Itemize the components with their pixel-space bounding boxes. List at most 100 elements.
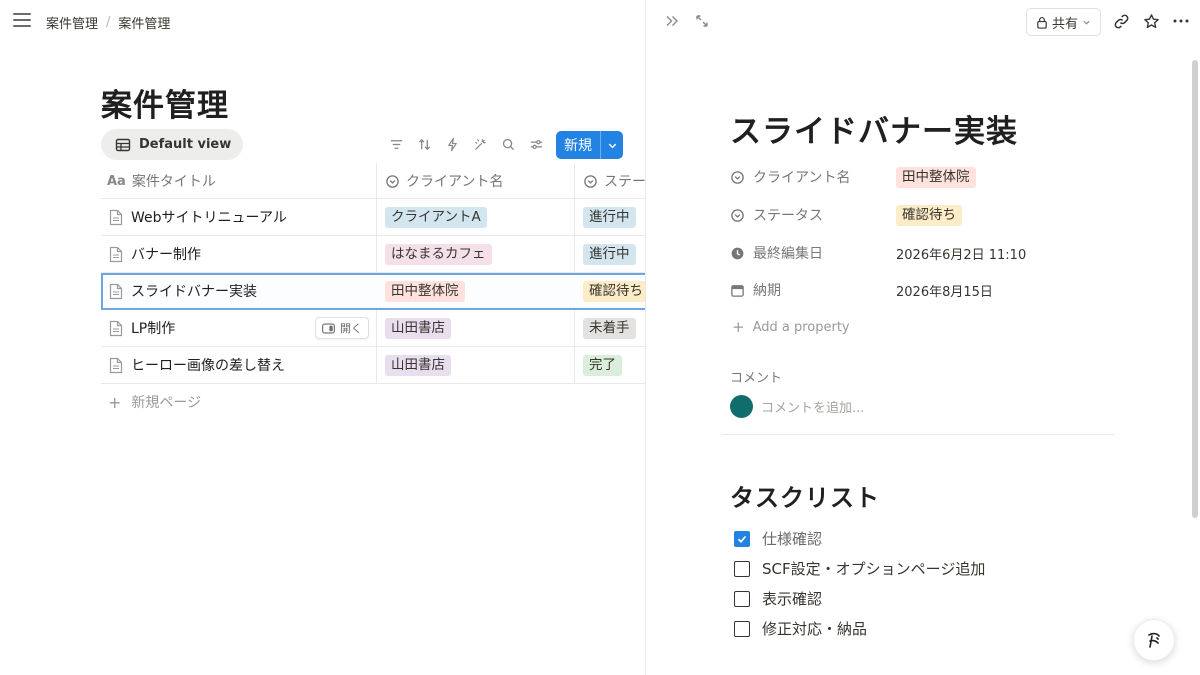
client-cell[interactable]: 山田書店 <box>385 310 451 346</box>
app-window: 案件管理 / 案件管理 案件管理 Default view 新規 Aa 案件タイ… <box>0 0 1200 675</box>
table-row[interactable]: スライドバナー実装 田中整体院 確認待ち <box>101 273 645 310</box>
todo-label[interactable]: 修正対応・納品 <box>762 618 867 639</box>
row-title: LP制作 <box>131 321 176 337</box>
client-cell[interactable]: はなまるカフェ <box>385 236 492 272</box>
title-cell[interactable]: スライドバナー実装 <box>109 273 257 309</box>
table-body: Webサイトリニューアル クライアントA 進行中 バナー制作 はなまるカフェ 進行中 スライ… <box>101 199 645 384</box>
property-client[interactable]: クライアント名 田中整体院 <box>730 163 1150 191</box>
status-cell[interactable]: 進行中 <box>583 199 636 235</box>
todo-item: 修正対応・納品 <box>734 618 867 639</box>
status-tag: 確認待ち <box>583 280 645 302</box>
page-document-icon <box>109 209 123 225</box>
plus-icon: + <box>732 318 745 336</box>
checkmark-icon <box>737 535 747 543</box>
view-toolbar: Default view 新規 <box>101 129 623 161</box>
property-status[interactable]: ステータス 確認待ち <box>730 201 1150 229</box>
new-entry-button: 新規 <box>556 131 623 159</box>
database-table: Aa 案件タイトル クライアント名 ステー Webサイトリニューアル クライアント… <box>101 163 645 384</box>
property-name: クライアント名 <box>753 170 851 186</box>
tasklist-heading[interactable]: タスクリスト <box>730 478 880 513</box>
todo-checkbox[interactable] <box>734 620 750 637</box>
todo-checkbox[interactable] <box>734 590 750 607</box>
todo-label[interactable]: SCF設定・オプションページ追加 <box>762 558 985 579</box>
link-icon[interactable] <box>1112 12 1130 30</box>
page-title[interactable]: スライドバナー実装 <box>730 106 1018 151</box>
database-pane: 案件管理 / 案件管理 案件管理 Default view 新規 Aa 案件タイ… <box>0 0 645 675</box>
last-edited-value: 2026年6月2日 11:10 <box>896 247 1027 263</box>
todo-checkbox[interactable] <box>734 530 750 547</box>
add-property-button[interactable]: + Add a property <box>732 318 850 336</box>
page-document-icon <box>109 283 123 299</box>
table-row[interactable]: Webサイトリニューアル クライアントA 進行中 <box>101 199 645 236</box>
title-cell[interactable]: LP制作 <box>109 310 175 346</box>
todo-label[interactable]: 仕様確認 <box>762 528 822 549</box>
database-title[interactable]: 案件管理 <box>101 80 229 125</box>
breadcrumb-separator: / <box>106 15 111 30</box>
new-button-label[interactable]: 新規 <box>556 131 600 159</box>
automation-lightning-icon[interactable] <box>443 135 461 153</box>
client-cell[interactable]: クライアントA <box>385 199 487 235</box>
filter-icon[interactable] <box>387 135 405 153</box>
todo-item: SCF設定・オプションページ追加 <box>734 558 985 579</box>
ai-sparkle-icon[interactable] <box>471 135 489 153</box>
open-page-button[interactable]: 開く <box>315 317 369 339</box>
breadcrumb-item[interactable]: 案件管理 <box>118 13 170 32</box>
status-type-icon <box>584 174 597 188</box>
column-header-title[interactable]: Aa 案件タイトル <box>107 163 216 199</box>
client-cell[interactable]: 田中整体院 <box>385 273 465 309</box>
row-title: スライドバナー実装 <box>131 284 257 300</box>
status-tag[interactable]: 確認待ち <box>896 204 962 226</box>
view-label: Default view <box>139 137 232 152</box>
table-row[interactable]: LP制作 山田書店 未着手 開く <box>101 310 645 347</box>
column-header-status[interactable]: ステー <box>583 163 645 199</box>
page-document-icon <box>109 320 123 336</box>
title-cell[interactable]: ヒーロー画像の差し替え <box>109 347 285 383</box>
select-type-icon <box>386 174 399 188</box>
new-page-button[interactable]: + 新規ページ <box>108 392 201 412</box>
breadcrumb-item[interactable]: 案件管理 <box>46 13 98 32</box>
star-icon[interactable] <box>1142 12 1160 30</box>
client-tag: はなまるカフェ <box>385 243 492 265</box>
property-last-edited[interactable]: 最終編集日 2026年6月2日 11:10 <box>730 239 1150 267</box>
ai-assistant-button[interactable] <box>1133 619 1175 661</box>
hamburger-menu-icon[interactable] <box>13 13 31 29</box>
property-name: ステータス <box>753 208 823 224</box>
sort-icon[interactable] <box>415 135 433 153</box>
plus-icon: + <box>108 392 122 412</box>
page-document-icon <box>109 357 123 373</box>
todo-item: 表示確認 <box>734 588 822 609</box>
property-name: 最終編集日 <box>753 246 823 262</box>
close-peek-double-chevron-icon[interactable] <box>664 13 680 29</box>
settings-sliders-icon[interactable] <box>527 135 545 153</box>
lock-icon <box>1037 16 1047 29</box>
title-cell[interactable]: バナー制作 <box>109 236 201 272</box>
comment-input[interactable]: コメントを追加... <box>761 397 864 416</box>
column-header-client[interactable]: クライアント名 <box>385 163 503 199</box>
client-cell[interactable]: 山田書店 <box>385 347 451 383</box>
more-options-icon[interactable] <box>1172 12 1190 30</box>
title-cell[interactable]: Webサイトリニューアル <box>109 199 287 235</box>
expand-full-page-icon[interactable] <box>694 13 710 29</box>
todo-checkbox[interactable] <box>734 560 750 577</box>
scrollbar-thumb[interactable] <box>1192 60 1198 518</box>
table-row[interactable]: ヒーロー画像の差し替え 山田書店 完了 <box>101 347 645 384</box>
table-row[interactable]: バナー制作 はなまるカフェ 進行中 <box>101 236 645 273</box>
status-cell[interactable]: 未着手 <box>583 310 636 346</box>
search-icon[interactable] <box>499 135 517 153</box>
property-due-date[interactable]: 納期 2026年8月15日 <box>730 276 1150 304</box>
text-type-icon: Aa <box>107 173 126 189</box>
chevron-down-icon[interactable] <box>600 131 623 159</box>
share-button[interactable]: 共有 <box>1026 8 1101 36</box>
status-cell[interactable]: 確認待ち <box>583 273 645 309</box>
client-tag: 田中整体院 <box>385 280 465 302</box>
client-tag[interactable]: 田中整体院 <box>896 166 976 188</box>
page-document-icon <box>109 246 123 262</box>
status-tag: 進行中 <box>583 243 636 265</box>
status-cell[interactable]: 完了 <box>583 347 622 383</box>
status-cell[interactable]: 進行中 <box>583 236 636 272</box>
todo-label[interactable]: 表示確認 <box>762 588 822 609</box>
default-view-tab[interactable]: Default view <box>101 129 244 160</box>
calendar-icon <box>731 284 744 297</box>
avatar <box>730 395 753 418</box>
status-tag: 未着手 <box>583 317 636 339</box>
